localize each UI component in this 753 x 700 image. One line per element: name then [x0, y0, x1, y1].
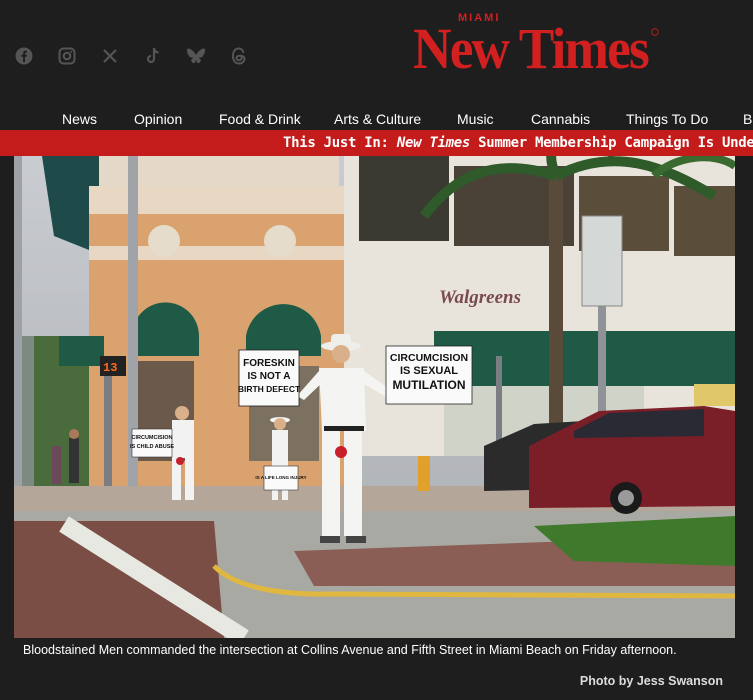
nav-item-opinion[interactable]: Opinion [134, 111, 182, 127]
nav-item-overflow[interactable]: Be [743, 111, 753, 127]
walgreens-sign: Walgreens [439, 287, 521, 308]
bluesky-icon[interactable] [186, 46, 206, 66]
sign-circumcision-line2: IS SEXUAL [400, 365, 458, 377]
sign-small-line1: CIRCUMCISION [132, 435, 173, 441]
sign-small-line3: IS A LIFE LONG INJURY [255, 475, 306, 480]
nav-item-cannabis[interactable]: Cannabis [531, 111, 590, 127]
tiktok-icon[interactable] [143, 46, 163, 66]
nav-item-food-drink[interactable]: Food & Drink [219, 111, 301, 127]
nav-item-arts-culture[interactable]: Arts & Culture [334, 111, 421, 127]
photo-scene: Walgreens 13 CIRCUMCISION IS CHILD ABUSE… [14, 156, 735, 638]
sign-foreskin-line2: IS NOT A [248, 371, 291, 382]
photo-caption: Bloodstained Men commanded the intersect… [23, 643, 677, 657]
social-links [14, 46, 249, 66]
ticker-text: This Just In: New Times Summer Membershi… [283, 135, 753, 151]
facebook-icon[interactable] [14, 46, 34, 66]
x-icon[interactable] [100, 46, 120, 66]
ticker-prefix: This Just In: [283, 135, 397, 151]
breaking-news-ticker[interactable]: This Just In: New Times Summer Membershi… [0, 130, 753, 156]
site-header: MIAMI New Times [0, 0, 753, 106]
ticker-emphasis: New Times [396, 135, 470, 151]
registered-mark-icon [651, 28, 659, 36]
threads-icon[interactable] [229, 46, 249, 66]
logo-new-times-text: New Times [413, 16, 650, 81]
nav-item-news[interactable]: News [62, 111, 97, 127]
ticker-suffix: Summer Membership Campaign Is Under W [469, 135, 753, 151]
sign-foreskin-line1: FORESKIN [243, 358, 295, 369]
sign-child-abuse [131, 428, 173, 458]
site-logo[interactable]: MIAMI New Times [413, 10, 659, 85]
svg-text:13: 13 [103, 361, 117, 375]
sign-circumcision-line3: MUTILATION [392, 378, 465, 392]
nav-item-things-to-do[interactable]: Things To Do [626, 111, 708, 127]
sign-foreskin-line3: BIRTH DEFECT [238, 384, 301, 394]
sign-circumcision-line1: CIRCUMCISION [390, 352, 468, 364]
main-nav: News Opinion Food & Drink Arts & Culture… [0, 106, 753, 130]
article-photo: Walgreens 13 CIRCUMCISION IS CHILD ABUSE… [14, 156, 735, 638]
nav-item-music[interactable]: Music [457, 111, 494, 127]
photo-credit: Photo by Jess Swanson [579, 674, 723, 688]
instagram-icon[interactable] [57, 46, 77, 66]
sign-small-line2: IS CHILD ABUSE [130, 444, 174, 450]
